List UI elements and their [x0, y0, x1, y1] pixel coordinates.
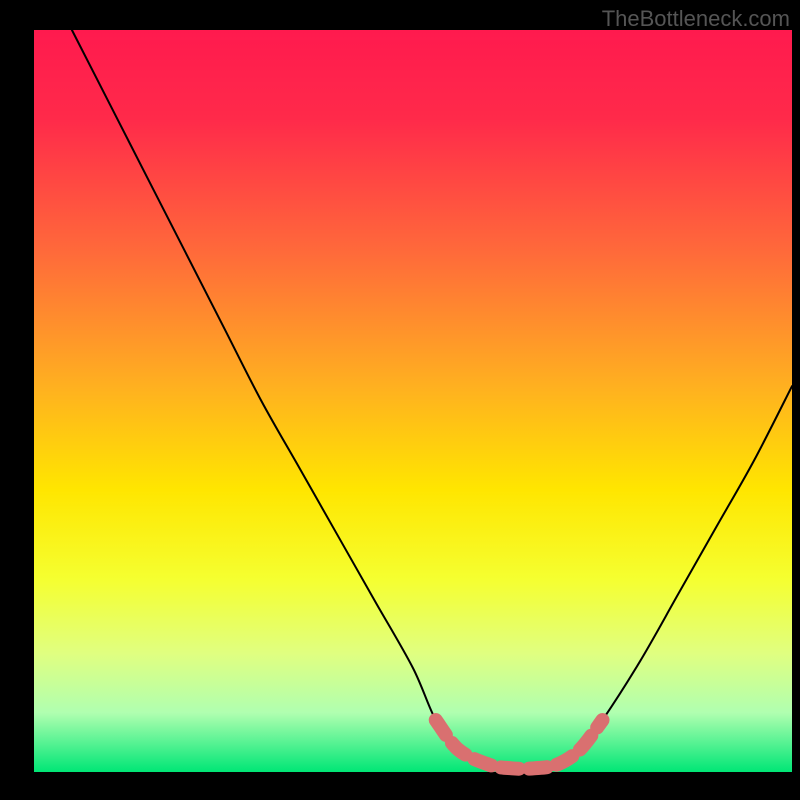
bottleneck-chart [0, 0, 800, 800]
chart-svg [0, 0, 800, 800]
watermark-text: TheBottleneck.com [602, 6, 790, 32]
plot-background [34, 30, 792, 772]
